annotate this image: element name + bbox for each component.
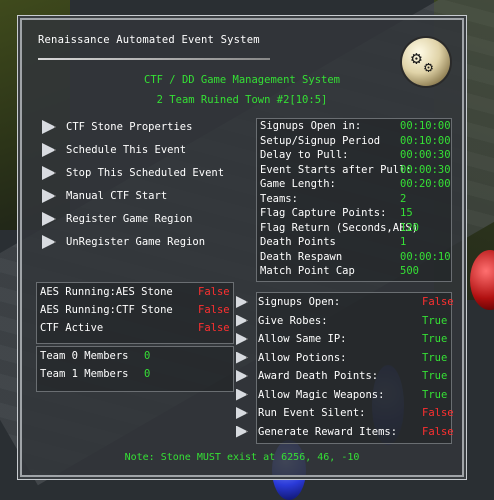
- setting-label: Event Starts after Pull:: [260, 163, 412, 176]
- toggle-label: Give Robes:: [258, 314, 328, 327]
- toggle-label: Run Event Silent:: [258, 407, 366, 419]
- action-arrow-icon[interactable]: [42, 189, 56, 203]
- status-label: CTF Active: [40, 322, 104, 334]
- toggle-arrow-icon[interactable]: [236, 314, 248, 327]
- toggle-value: True: [422, 388, 448, 401]
- setting-value: 2: [400, 192, 407, 205]
- toggle-row[interactable]: Generate Reward Items:: [236, 425, 398, 438]
- toggle-row[interactable]: Allow Potions:: [236, 351, 347, 364]
- status-label: AES Running:CTF Stone: [40, 304, 173, 316]
- setting-value: 00:00:10: [400, 250, 451, 263]
- status-value: False: [198, 322, 230, 334]
- toggle-arrow-icon[interactable]: [236, 388, 248, 401]
- event-system-gump: Renaissance Automated Event System ⚙ ⚙ C…: [20, 18, 464, 477]
- action-row[interactable]: Stop This Scheduled Event: [42, 166, 224, 180]
- toggle-value: True: [422, 351, 448, 364]
- setting-label: Signups Open in:: [260, 120, 362, 132]
- action-label: Manual CTF Start: [66, 190, 168, 202]
- toggle-arrow-icon[interactable]: [236, 333, 248, 345]
- setting-label: Setup/Signup Period: [260, 134, 381, 147]
- action-label: UnRegister Game Region: [66, 236, 206, 248]
- action-row[interactable]: Schedule This Event: [42, 143, 186, 157]
- action-row[interactable]: Register Game Region: [42, 212, 192, 226]
- toggle-label: Allow Same IP:: [258, 333, 347, 345]
- setting-value: 00:20:00: [400, 178, 451, 190]
- game-subtitle: 2 Team Ruined Town #2[10:5]: [156, 94, 328, 106]
- action-label: Stop This Scheduled Event: [66, 167, 225, 179]
- action-arrow-icon[interactable]: [42, 166, 56, 180]
- action-label: CTF Stone Properties: [66, 121, 193, 133]
- location-note: Note: Stone MUST exist at 6256, 46, -10: [124, 452, 360, 463]
- toggle-label: Generate Reward Items:: [258, 425, 398, 438]
- setting-label: Flag Capture Points:: [260, 207, 387, 219]
- action-label: Schedule This Event: [66, 144, 187, 156]
- action-arrow-icon[interactable]: [42, 235, 56, 249]
- toggle-value: True: [422, 314, 448, 327]
- action-row[interactable]: CTF Stone Properties: [42, 120, 192, 134]
- setting-value: 00:10:00: [400, 120, 451, 132]
- toggle-row[interactable]: Run Event Silent:: [236, 407, 365, 419]
- toggle-label: Signups Open:: [258, 296, 341, 308]
- toggle-value: True: [422, 333, 448, 345]
- toggle-label: Award Death Points:: [258, 370, 379, 382]
- toggle-arrow-icon[interactable]: [236, 370, 248, 382]
- setting-value: 00:00:30: [400, 149, 451, 161]
- status-value: False: [198, 304, 230, 316]
- toggle-arrow-icon[interactable]: [236, 407, 248, 419]
- setting-label: Flag Return (Seconds,AES): [260, 221, 419, 234]
- setting-label: Death Respawn: [260, 250, 343, 263]
- team-count: 0: [144, 350, 151, 362]
- toggle-label: Allow Magic Weapons:: [258, 388, 385, 401]
- setting-label: Death Points: [260, 236, 336, 248]
- toggle-arrow-icon[interactable]: [236, 425, 248, 438]
- toggle-row[interactable]: Allow Magic Weapons:: [236, 388, 385, 401]
- system-title: CTF / DD Game Management System: [144, 74, 340, 86]
- setting-value: 1: [400, 236, 407, 248]
- setting-label: Delay to Pull:: [260, 149, 349, 161]
- toggle-value: False: [422, 296, 454, 308]
- team-label: Team 1 Members: [40, 368, 129, 380]
- setting-label: Game Length:: [260, 178, 336, 190]
- action-label: Register Game Region: [66, 213, 193, 225]
- setting-value: 500: [400, 265, 419, 277]
- setting-value: 00:10:00: [400, 134, 451, 147]
- toggle-row[interactable]: Allow Same IP:: [236, 333, 347, 345]
- setting-label: Match Point Cap: [260, 265, 355, 277]
- setting-label: Teams:: [260, 192, 298, 205]
- action-row[interactable]: UnRegister Game Region: [42, 235, 205, 249]
- action-arrow-icon[interactable]: [42, 212, 56, 226]
- action-row[interactable]: Manual CTF Start: [42, 189, 167, 203]
- toggle-row[interactable]: Signups Open:: [236, 296, 340, 308]
- setting-value: 00:00:30: [400, 163, 451, 176]
- team-count: 0: [144, 368, 151, 380]
- gump-title: Renaissance Automated Event System: [38, 34, 260, 46]
- status-value: False: [198, 286, 230, 298]
- toggle-row[interactable]: Give Robes:: [236, 314, 328, 327]
- team-label: Team 0 Members: [40, 350, 129, 362]
- toggle-arrow-icon[interactable]: [236, 351, 248, 364]
- action-arrow-icon[interactable]: [42, 120, 56, 134]
- toggle-value: False: [422, 425, 454, 438]
- toggle-label: Allow Potions:: [258, 351, 347, 364]
- toggle-value: True: [422, 370, 448, 382]
- setting-value: 15: [400, 207, 413, 219]
- toggle-value: False: [422, 407, 454, 419]
- action-arrow-icon[interactable]: [42, 143, 56, 157]
- toggle-arrow-icon[interactable]: [236, 296, 248, 308]
- status-label: AES Running:AES Stone: [40, 286, 173, 298]
- setting-value: 120: [400, 221, 419, 234]
- toggle-row[interactable]: Award Death Points:: [236, 370, 378, 382]
- title-divider: [38, 58, 270, 60]
